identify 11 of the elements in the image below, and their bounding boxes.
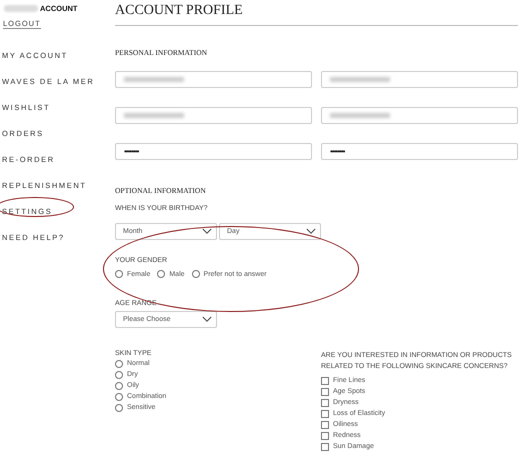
input-field[interactable] xyxy=(321,107,518,124)
chevron-icon xyxy=(306,228,316,235)
redacted-name xyxy=(4,5,38,12)
input-field[interactable] xyxy=(115,107,312,124)
password-field[interactable]: •••••••• xyxy=(321,143,518,160)
password-field[interactable]: •••••••• xyxy=(115,143,312,160)
input-field[interactable] xyxy=(321,71,518,88)
input-field[interactable] xyxy=(115,71,312,88)
page-title: ACCOUNT PROFILE xyxy=(115,3,244,19)
chevron-icon xyxy=(202,316,212,323)
chevron-icon xyxy=(202,228,212,235)
